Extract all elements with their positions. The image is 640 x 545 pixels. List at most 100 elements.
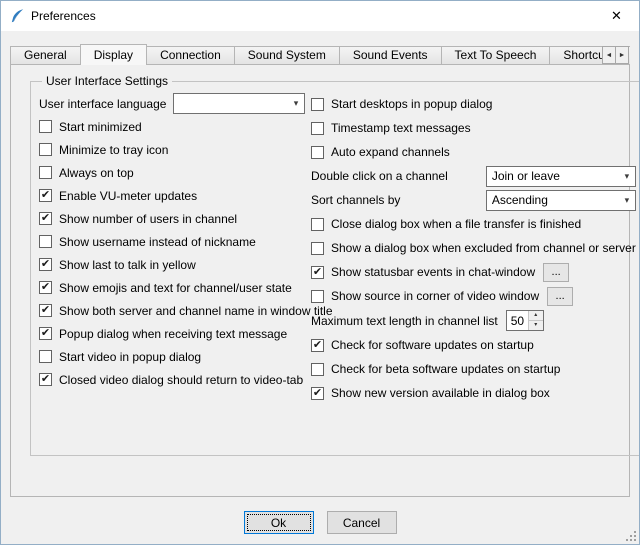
checkbox-unchecked[interactable]	[39, 143, 52, 156]
checkbox-label: Popup dialog when receiving text message	[59, 327, 287, 341]
checkbox-unchecked[interactable]	[39, 350, 52, 363]
checkbox-unchecked[interactable]	[311, 218, 324, 231]
tab-text-to-speech[interactable]: Text To Speech	[441, 46, 551, 65]
settings-columns: User interface language ▾ Start minimize…	[39, 92, 636, 405]
dialog-footer: Ok Cancel	[1, 511, 639, 534]
tab-sound-system[interactable]: Sound System	[234, 46, 340, 65]
max-text-length-row: Maximum text length in channel list 50 ▴…	[311, 308, 636, 333]
checkbox-checked[interactable]: ✔	[39, 258, 52, 271]
checkbox-row: ✔ Closed video dialog should return to vi…	[39, 368, 305, 391]
checkbox-label: Start desktops in popup dialog	[331, 97, 492, 111]
max-text-length-spinner[interactable]: 50 ▴ ▾	[506, 310, 544, 331]
checkbox-row: Close dialog box when a file transfer is…	[311, 212, 636, 236]
right-bottom-checkbox-list: ✔ Check for software updates on startup Ch…	[311, 333, 636, 405]
double-click-selected-value: Join or leave	[492, 169, 619, 183]
more-options-button[interactable]: ...	[543, 263, 569, 282]
checkbox-label: Show a dialog box when excluded from cha…	[331, 241, 636, 255]
tab-scroll-left-button[interactable]: ◄	[602, 46, 616, 64]
right-column: Start desktops in popup dialog Timestamp …	[311, 92, 636, 405]
checkbox-row: ✔Enable VU-meter updates	[39, 184, 305, 207]
checkbox-row: ✔ Show number of users in channel	[39, 207, 305, 230]
checkbox-row: Show source in corner of video window...	[311, 284, 636, 308]
language-select[interactable]: ▾	[173, 93, 305, 114]
cancel-button[interactable]: Cancel	[327, 511, 397, 534]
checkbox-label: Show new version available in dialog box	[331, 386, 550, 400]
window-title: Preferences	[31, 9, 96, 23]
checkbox-row: Start minimized	[39, 115, 305, 138]
checkbox-checked[interactable]: ✔	[39, 327, 52, 340]
checkbox-checked[interactable]: ✔	[311, 339, 324, 352]
chevron-down-icon: ▾	[619, 195, 635, 206]
checkbox-row: ✔Show statusbar events in chat-window...	[311, 260, 636, 284]
checkbox-label: Show number of users in channel	[59, 212, 237, 226]
checkbox-unchecked[interactable]	[311, 146, 324, 159]
spin-down-icon[interactable]: ▾	[529, 321, 543, 330]
tab-sound-events[interactable]: Sound Events	[339, 46, 442, 65]
checkbox-checked[interactable]: ✔	[311, 387, 324, 400]
checkbox-checked[interactable]: ✔	[39, 304, 52, 317]
checkbox-row: Always on top	[39, 161, 305, 184]
left-checkbox-list: Start minimized Minimize to tray icon Alwa…	[39, 115, 305, 391]
tab-general[interactable]: General	[10, 46, 81, 65]
checkbox-row: Minimize to tray icon	[39, 138, 305, 161]
double-click-label: Double click on a channel	[311, 169, 448, 183]
more-options-button[interactable]: ...	[547, 287, 573, 306]
checkbox-checked[interactable]: ✔	[39, 212, 52, 225]
chevron-down-icon: ▾	[288, 98, 304, 109]
right-top-checkbox-list: Start desktops in popup dialog Timestamp …	[311, 92, 636, 164]
tab-connection[interactable]: Connection	[146, 46, 235, 65]
checkbox-row: Start desktops in popup dialog	[311, 92, 636, 116]
checkbox-checked[interactable]: ✔	[311, 266, 324, 279]
checkbox-row: ✔ Show emojis and text for channel/user s…	[39, 276, 305, 299]
language-row: User interface language ▾	[39, 92, 305, 115]
checkbox-row: ✔ Check for software updates on startup	[311, 333, 636, 357]
tab-scroll-right-button[interactable]: ►	[615, 46, 629, 64]
max-text-length-label: Maximum text length in channel list	[311, 314, 498, 328]
checkbox-label: Show username instead of nickname	[59, 235, 256, 249]
checkbox-unchecked[interactable]	[311, 363, 324, 376]
checkbox-label: Minimize to tray icon	[59, 143, 168, 157]
checkbox-label: Show both server and channel name in win…	[59, 304, 333, 318]
checkbox-checked[interactable]: ✔	[39, 373, 52, 386]
checkbox-checked[interactable]: ✔	[39, 189, 52, 202]
checkbox-label: Show emojis and text for channel/user st…	[59, 281, 292, 295]
checkbox-label: Timestamp text messages	[331, 121, 471, 135]
checkbox-label: Check for software updates on startup	[331, 338, 534, 352]
checkbox-unchecked[interactable]	[39, 120, 52, 133]
checkbox-unchecked[interactable]	[39, 235, 52, 248]
right-mid-checkbox-list: Close dialog box when a file transfer is…	[311, 212, 636, 308]
ok-button[interactable]: Ok	[244, 511, 314, 534]
tab-bar: GeneralDisplayConnectionSound SystemSoun…	[10, 44, 630, 65]
sort-channels-select[interactable]: Ascending ▾	[486, 190, 636, 211]
checkbox-label: Start video in popup dialog	[59, 350, 201, 364]
app-icon	[9, 8, 25, 24]
left-column: User interface language ▾ Start minimize…	[39, 92, 305, 405]
preferences-window: Preferences ✕ GeneralDisplayConnectionSo…	[0, 0, 640, 545]
chevron-down-icon: ▾	[619, 171, 635, 182]
close-button[interactable]: ✕	[594, 1, 639, 31]
spinner-arrows: ▴ ▾	[528, 311, 543, 330]
checkbox-row: Auto expand channels	[311, 140, 636, 164]
checkbox-row: Show a dialog box when excluded from cha…	[311, 236, 636, 260]
spin-up-icon[interactable]: ▴	[529, 311, 543, 321]
sort-channels-selected-value: Ascending	[492, 193, 619, 207]
checkbox-unchecked[interactable]	[311, 98, 324, 111]
tab-display[interactable]: Display	[80, 44, 147, 65]
checkbox-row: Timestamp text messages	[311, 116, 636, 140]
display-tab-page: User Interface Settings User interface l…	[10, 64, 630, 497]
double-click-select[interactable]: Join or leave ▾	[486, 166, 636, 187]
checkbox-unchecked[interactable]	[39, 166, 52, 179]
checkbox-unchecked[interactable]	[311, 242, 324, 255]
checkbox-row: ✔Show last to talk in yellow	[39, 253, 305, 276]
checkbox-label: Check for beta software updates on start…	[331, 362, 560, 376]
checkbox-row: Check for beta software updates on start…	[311, 357, 636, 381]
checkbox-checked[interactable]: ✔	[39, 281, 52, 294]
language-label: User interface language	[39, 97, 166, 111]
checkbox-label: Auto expand channels	[331, 145, 450, 159]
checkbox-label: Closed video dialog should return to vid…	[59, 373, 303, 387]
checkbox-row: ✔ Show new version available in dialog bo…	[311, 381, 636, 405]
sort-channels-row: Sort channels by Ascending ▾	[311, 188, 636, 212]
checkbox-unchecked[interactable]	[311, 290, 324, 303]
checkbox-unchecked[interactable]	[311, 122, 324, 135]
user-interface-settings-group: User Interface Settings User interface l…	[30, 74, 640, 456]
